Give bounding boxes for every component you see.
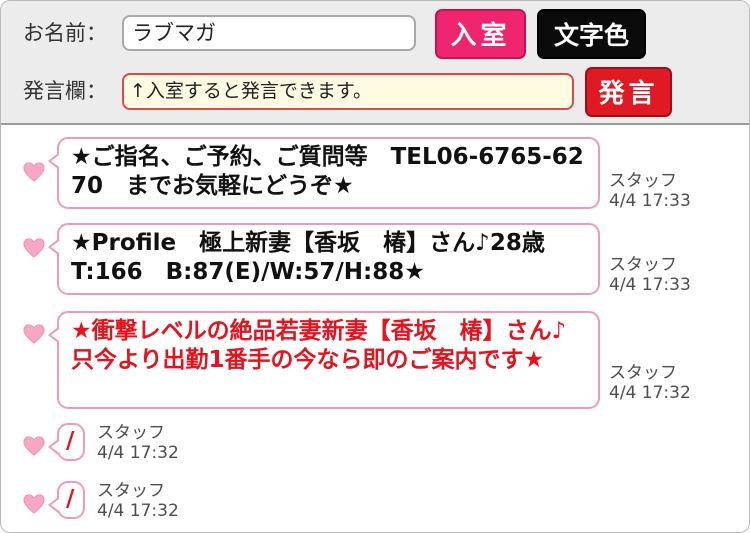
message-time: 4/4 17:33 — [609, 191, 691, 211]
message-meta: スタッフ 4/4 17:32 — [97, 423, 179, 463]
message-author: スタッフ — [609, 363, 677, 383]
message-author: スタッフ — [609, 255, 677, 275]
chat-form: お名前： ラブマガ 入室 文字色 発言欄： ↑入室すると発言できます。 発言 — [1, 1, 749, 125]
heart-icon — [23, 436, 45, 456]
message-author: スタッフ — [609, 171, 677, 191]
message-input[interactable]: ↑入室すると発言できます。 — [122, 73, 574, 110]
chat-window: お名前： ラブマガ 入室 文字色 発言欄： ↑入室すると発言できます。 発言 ★… — [0, 0, 750, 533]
message-meta: スタッフ 4/4 17:32 — [609, 363, 691, 403]
message-bubble: / — [48, 423, 85, 461]
message-meta: スタッフ 4/4 17:32 — [97, 481, 179, 521]
heart-icon — [23, 162, 45, 182]
chat-log: ★ご指名、ご予約、ご質問等 TEL06-6765-6270 までお気軽にどうぞ★… — [1, 125, 749, 532]
message-time: 4/4 17:32 — [97, 501, 179, 521]
message-bubble: ★衝撃レベルの絶品若妻新妻【香坂 椿】さん♪ 只今より出勤1番手の今なら即のご案… — [48, 311, 600, 409]
message-text: / — [66, 486, 75, 512]
enter-room-button[interactable]: 入室 — [435, 9, 526, 59]
message-bubble: / — [48, 481, 85, 519]
name-label: お名前： — [23, 21, 107, 45]
heart-icon — [23, 238, 45, 258]
message-author: スタッフ — [97, 423, 165, 443]
name-input[interactable]: ラブマガ — [122, 15, 416, 51]
message-time: 4/4 17:32 — [97, 443, 179, 463]
message-time: 4/4 17:32 — [609, 383, 691, 403]
post-message-button[interactable]: 発言 — [585, 67, 672, 117]
heart-icon — [23, 494, 45, 514]
message-label: 発言欄： — [23, 79, 107, 103]
message-bubble: ★ご指名、ご予約、ご質問等 TEL06-6765-6270 までお気軽にどうぞ★ — [48, 137, 600, 209]
message-bubble: ★Profile 極上新妻【香坂 椿】さん♪28歳 T:166 B:87(E)/… — [48, 223, 600, 295]
heart-icon — [23, 324, 45, 344]
text-color-button[interactable]: 文字色 — [537, 9, 646, 59]
message-meta: スタッフ 4/4 17:33 — [609, 255, 691, 295]
message-time: 4/4 17:33 — [609, 275, 691, 295]
message-author: スタッフ — [97, 481, 165, 501]
message-meta: スタッフ 4/4 17:33 — [609, 171, 691, 211]
message-text: / — [66, 428, 75, 454]
